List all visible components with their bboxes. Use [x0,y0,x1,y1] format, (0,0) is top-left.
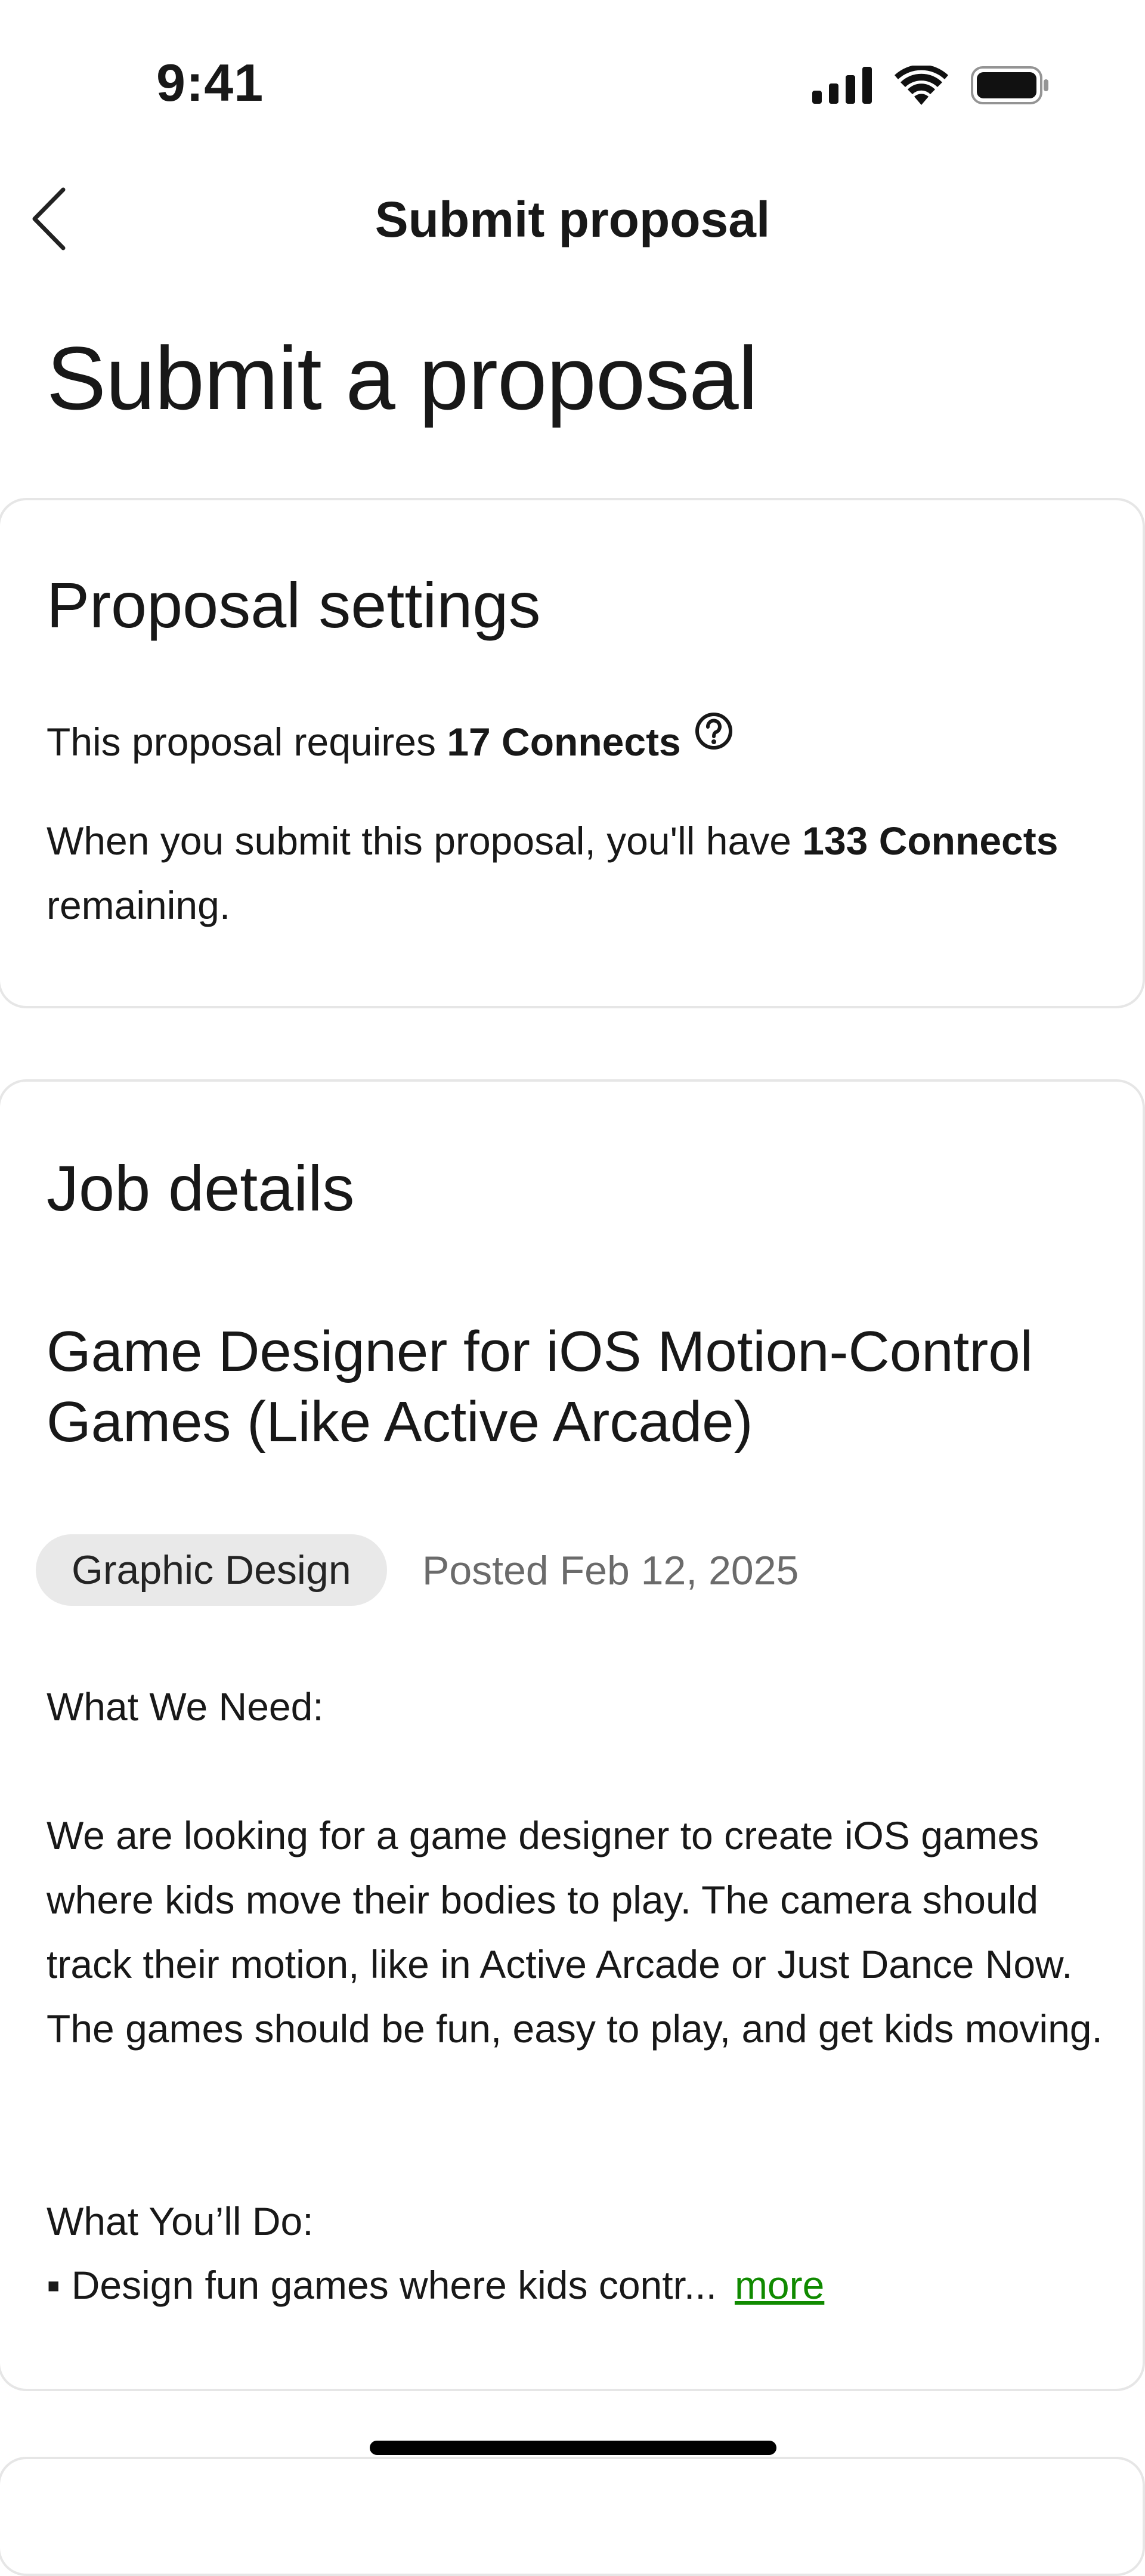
cellular-signal-icon [812,67,872,104]
wifi-icon [895,66,948,105]
proposal-settings-heading: Proposal settings [47,569,541,641]
requires-value: 17 Connects [447,720,681,764]
status-icons [812,64,1050,106]
connects-remaining-text: When you submit this proposal, you'll ha… [47,809,1058,873]
category-chip: Graphic Design [36,1534,387,1606]
need-heading: What We Need: [47,1685,324,1729]
remaining-suffix: remaining. [47,883,231,927]
remaining-value: 133 Connects [802,819,1059,863]
status-time: 9:41 [156,53,264,112]
posted-date: Posted Feb 12, 2025 [422,1548,799,1593]
need-body: We are looking for a game designer to cr… [47,1813,1103,2051]
do-first-item: ▪ Design fun games where kids contr... [47,2263,717,2307]
connects-required-text: This proposal requires 17 Connects [47,710,734,778]
help-icon[interactable] [694,705,734,769]
do-heading: What You’ll Do: [47,2199,314,2243]
more-link[interactable]: more [735,2263,824,2307]
home-indicator [370,2441,776,2455]
status-bar: 9:41 [0,0,1145,137]
page-title: Submit a proposal [47,328,758,428]
job-details-heading: Job details [47,1152,355,1224]
job-title: Game Designer for iOS Motion-Control Gam… [47,1320,1033,1454]
requires-prefix: This proposal requires [47,720,447,764]
do-list-item: ▪ Design fun games where kids contr... mo… [47,2253,1108,2317]
remaining-prefix: When you submit this proposal, you'll ha… [47,819,803,863]
battery-icon [971,66,1048,104]
nav-title: Submit proposal [375,191,770,247]
next-card [0,2457,1145,2576]
